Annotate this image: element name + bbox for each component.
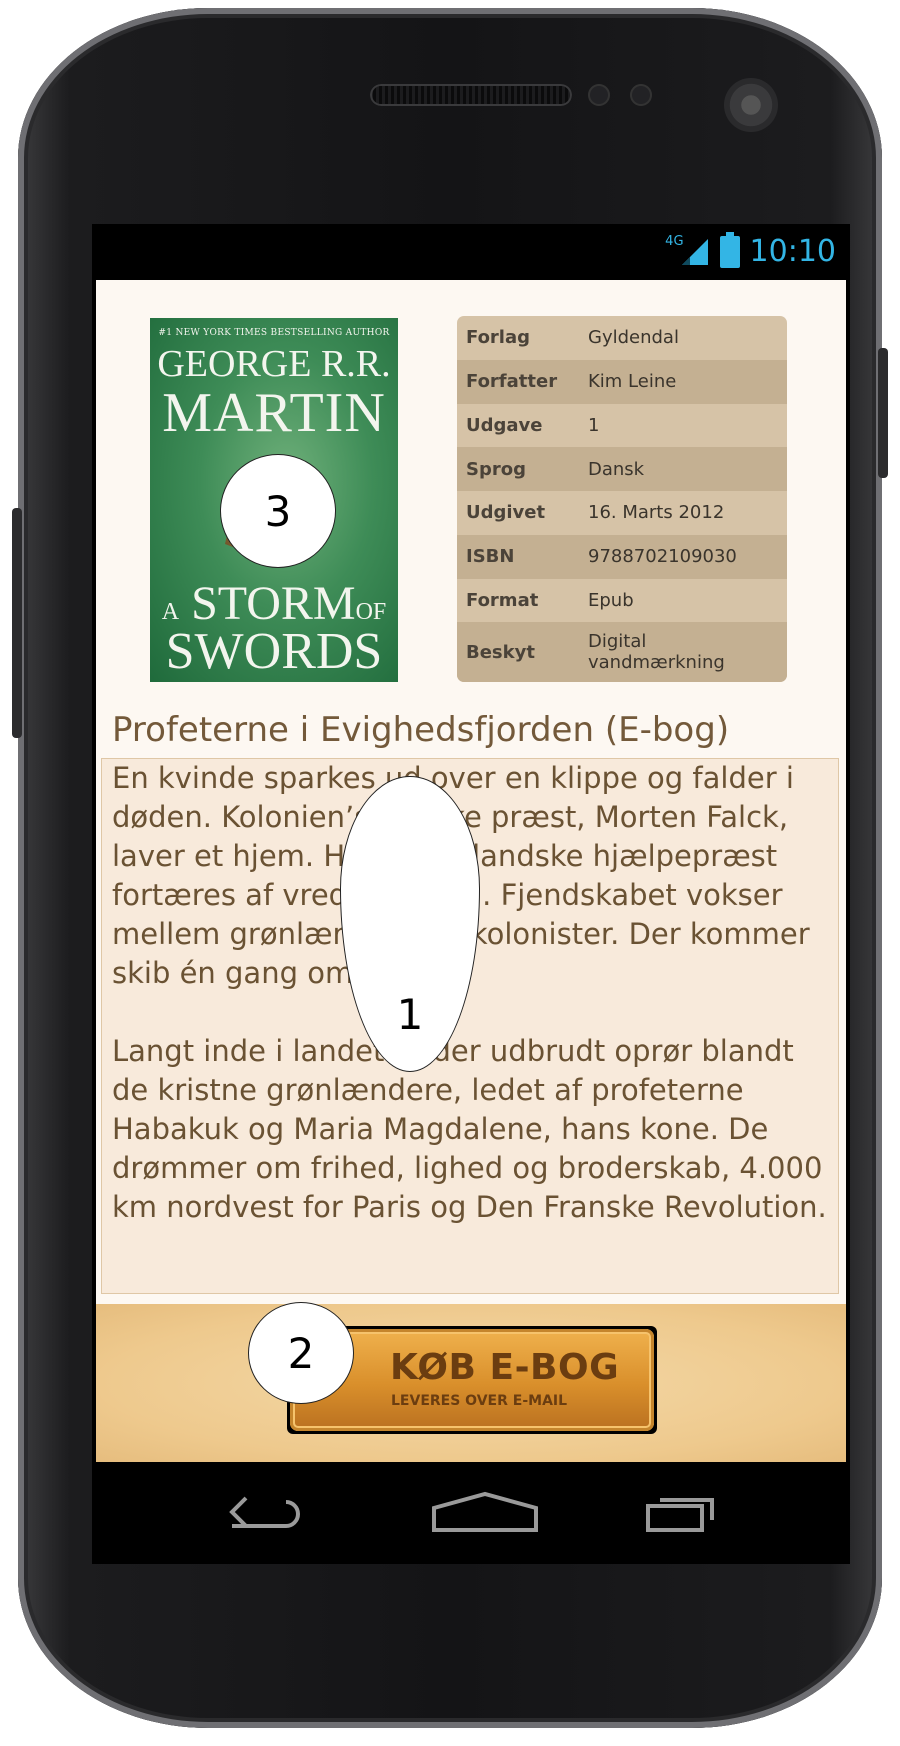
book-details-table: Forlag Gyldendal Forfatter Kim Leine Udgav… — [457, 316, 787, 682]
recent-apps-icon[interactable] — [644, 1490, 724, 1534]
navigation-bar — [92, 1462, 850, 1564]
detail-value: Dansk — [588, 458, 645, 480]
earpiece-speaker — [370, 84, 572, 106]
detail-label: Sprog — [466, 458, 526, 480]
power-button — [878, 348, 888, 478]
buy-button-label: KØB E-BOG — [390, 1347, 620, 1388]
detail-label: ISBN — [466, 546, 515, 568]
table-row: Beskyt Digital vandmærkning — [457, 622, 787, 682]
cover-title-article: A — [161, 599, 180, 625]
detail-label: Udgave — [466, 414, 543, 436]
volume-button — [12, 508, 22, 738]
signal-icon — [681, 238, 708, 265]
battery-icon — [719, 231, 740, 268]
buy-button-sublabel: LEVERES OVER E-MAIL — [391, 1393, 568, 1409]
cover-author-last: MARTIN — [162, 382, 386, 444]
table-row: Format Epub — [457, 579, 787, 623]
status-clock: 10:10 — [749, 234, 836, 269]
light-sensor — [630, 84, 652, 106]
table-row: Forlag Gyldendal — [457, 316, 787, 360]
detail-label: Format — [466, 589, 539, 611]
description-paragraph: Langt inde i landet er der udbrudt oprør… — [112, 1034, 827, 1224]
table-row: ISBN 9788702109030 — [457, 534, 787, 579]
detail-value: Digital vandmærkning — [588, 631, 725, 674]
detail-label: Forlag — [466, 327, 531, 349]
detail-value: Kim Leine — [588, 371, 677, 393]
detail-value: 1 — [588, 414, 600, 436]
cover-tagline: #1 NEW YORK TIMES BESTSELLING AUTHOR — [158, 328, 390, 338]
front-camera — [724, 78, 778, 132]
detail-value: 16. Marts 2012 — [588, 502, 725, 524]
detail-label: Forfatter — [466, 371, 558, 393]
annotation-marker-2: 2 — [248, 1302, 354, 1404]
proximity-sensor — [588, 84, 610, 106]
status-bar: 4G 10:10 — [92, 224, 850, 280]
cover-author-first: GEORGE R.R. — [157, 343, 391, 385]
book-title: Profeterne i Evighedsfjorden (E-bog) — [112, 710, 730, 750]
back-icon[interactable] — [226, 1490, 306, 1534]
table-row: Sprog Dansk — [457, 447, 787, 491]
cover-title-of: OF — [355, 599, 387, 625]
annotation-marker-3: 3 — [220, 454, 336, 568]
table-row: Udgivet 16. Marts 2012 — [457, 491, 787, 535]
detail-value: 9788702109030 — [588, 546, 737, 568]
network-type-label: 4G — [665, 234, 684, 249]
table-row: Forfatter Kim Leine — [457, 359, 787, 404]
home-icon[interactable] — [430, 1490, 540, 1534]
cover-title-bottom: SWORDS — [165, 623, 383, 680]
table-row: Udgave 1 — [457, 404, 787, 448]
detail-label: Udgivet — [466, 502, 546, 524]
detail-label: Beskyt — [466, 641, 535, 663]
detail-value: Gyldendal — [588, 327, 679, 349]
purchase-panel: KØB E-BOG LEVERES OVER E-MAIL — [96, 1304, 846, 1462]
detail-value: Epub — [588, 589, 634, 611]
